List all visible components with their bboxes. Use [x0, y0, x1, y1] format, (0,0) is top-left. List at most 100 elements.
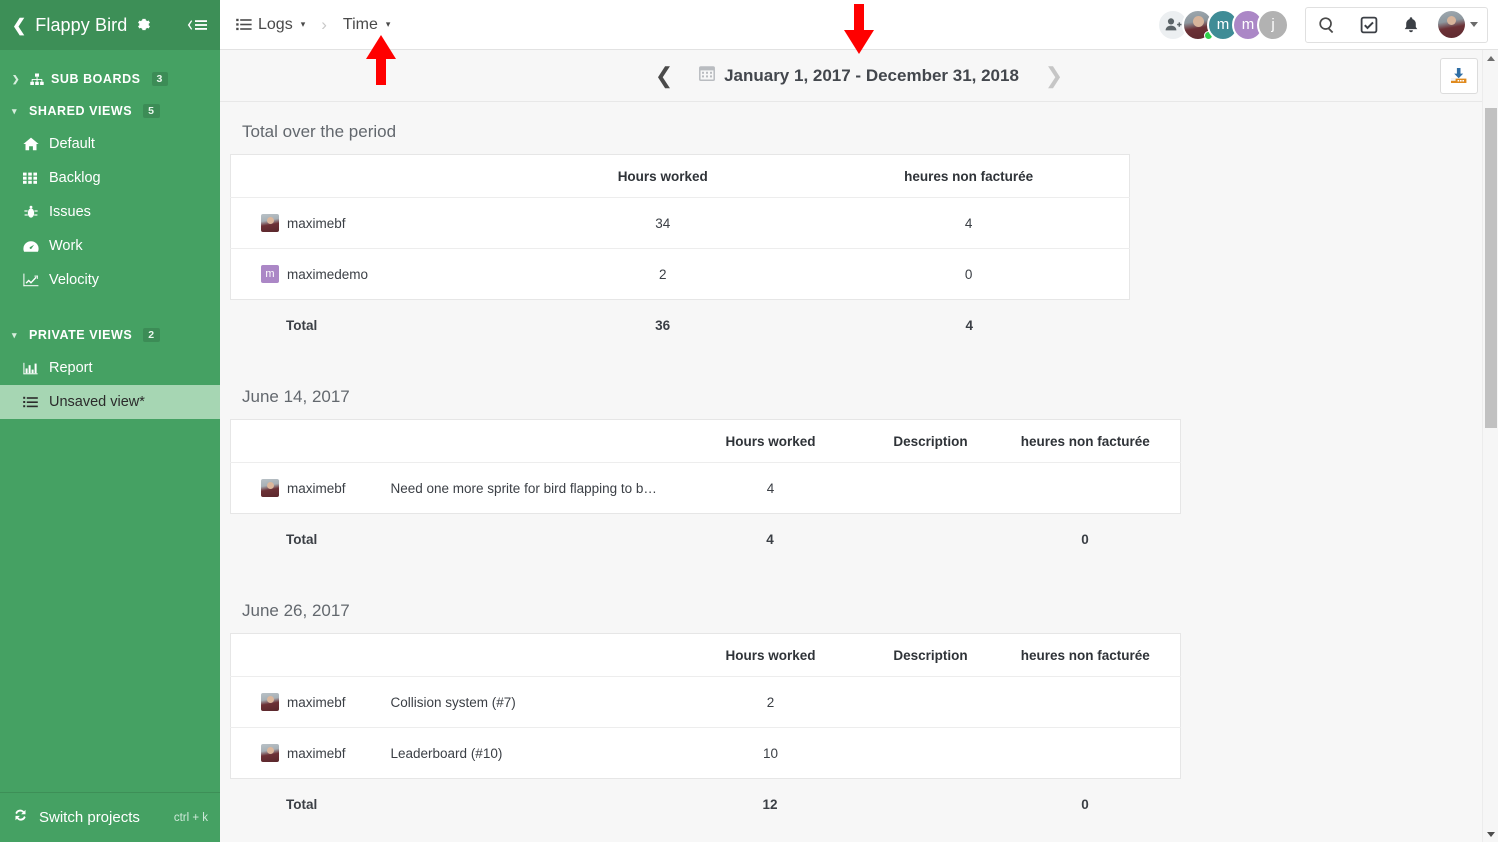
date-range-bar: ❮ January 1, 2017 - December 31, 2018 ❯ [220, 50, 1498, 102]
cell-description [861, 728, 1001, 779]
total-hours: 4 [766, 532, 774, 547]
switch-projects-shortcut: ctrl + k [173, 811, 208, 824]
next-period-button[interactable]: ❯ [1037, 59, 1071, 93]
cell-task: Need one more sprite for bird flapping t… [391, 463, 681, 514]
cell-description [861, 463, 1001, 514]
total-label: Total [286, 797, 318, 812]
avatar [261, 479, 279, 497]
user-name: maximebf [287, 694, 346, 710]
avatar [1438, 11, 1465, 38]
sidebar-item-default[interactable]: Default [0, 127, 220, 161]
collapse-sidebar-icon[interactable] [186, 18, 208, 32]
sidebar-item-label: Default [49, 136, 95, 152]
table-row[interactable]: maximebf Leaderboard (#10) 10 [231, 728, 1181, 779]
cell-non-billed [1000, 676, 1181, 728]
vertical-scrollbar[interactable] [1482, 50, 1498, 842]
sidebar-group-private-views[interactable]: ▾ PRIVATE VIEWS 2 [0, 319, 220, 351]
chevron-down-icon [1470, 22, 1478, 27]
sidebar-group-sub-boards[interactable]: ❯ SUB BOARDS 3 [0, 63, 220, 95]
breadcrumb-logs-label: Logs [258, 15, 293, 33]
breadcrumb-time[interactable]: Time ▾ [339, 13, 395, 37]
total-spacer [390, 779, 680, 830]
column-header-user [230, 419, 391, 463]
scrollbar-thumb[interactable] [1485, 108, 1497, 428]
project-title[interactable]: Flappy Bird [35, 15, 127, 36]
top-toolbar: Logs ▾ › Time ▾ m m j [220, 0, 1498, 50]
column-header-description: Description [860, 419, 1001, 463]
section-title: June 26, 2017 [242, 601, 350, 620]
sidebar-item-velocity[interactable]: Velocity [0, 263, 220, 297]
back-chevron-icon[interactable]: ❮ [12, 17, 26, 34]
totals-table: Total 36 4 [230, 300, 1130, 351]
sidebar-group-count: 3 [151, 72, 168, 86]
breadcrumb-time-label: Time [342, 15, 378, 33]
chevron-down-icon: ▾ [12, 105, 18, 116]
task-label: Collision system (#7) [390, 694, 516, 710]
bell-icon[interactable] [1390, 8, 1432, 42]
search-icon[interactable] [1306, 8, 1348, 42]
report-table: Hours worked heures non facturée maximebf 3… [230, 154, 1130, 300]
chevron-down-icon: ▾ [300, 19, 306, 29]
cell-user: m maximedemo [231, 249, 508, 300]
table-header-row: Hours worked heures non facturée [230, 154, 1130, 198]
previous-period-button[interactable]: ❮ [647, 59, 681, 93]
sidebar-item-backlog[interactable]: Backlog [0, 161, 220, 195]
column-header-non-billed: heures non facturée [1000, 419, 1181, 463]
column-header-description: Description [860, 633, 1001, 677]
user-name: maximebf [287, 215, 346, 231]
column-header-hours: Hours worked [680, 419, 861, 463]
refresh-icon [12, 808, 29, 828]
main-area: Logs ▾ › Time ▾ m m j ❮ January 1, 2017 … [220, 0, 1498, 842]
cell-non-billed: 0 [964, 266, 973, 282]
section-title: Total over the period [242, 122, 397, 141]
sidebar-item-issues[interactable]: Issues [0, 195, 220, 229]
sidebar-item-label: Work [49, 238, 83, 254]
total-label: Total [286, 318, 318, 333]
sidebar-item-report[interactable]: Report [0, 351, 220, 385]
sidebar-item-unsaved-view[interactable]: Unsaved view* [0, 385, 220, 419]
gear-icon[interactable] [136, 17, 152, 33]
report-section: June 26, 2017 Hours worked Description heur… [230, 597, 1488, 830]
table-row[interactable]: maximebf Collision system (#7) 2 [230, 676, 1181, 728]
cell-description [860, 676, 1001, 728]
column-header-hours: Hours worked [680, 633, 861, 677]
switch-projects-button[interactable]: Switch projects ctrl + k [0, 792, 220, 842]
cell-non-billed [1001, 463, 1181, 514]
table-row[interactable]: m maximedemo 2 0 [231, 249, 1130, 300]
chart-line-icon [22, 273, 39, 287]
report-content: Total over the period Hours worked heures … [220, 102, 1498, 842]
download-export-button[interactable] [1440, 58, 1478, 94]
tasks-checkbox-icon[interactable] [1348, 8, 1390, 42]
avatar [261, 744, 279, 762]
avatar-j-gray[interactable]: j [1257, 8, 1289, 41]
column-header-non-billed: heures non facturée [1000, 633, 1181, 677]
sidebar-group-count: 5 [143, 104, 160, 118]
chevron-down-icon: ▾ [385, 19, 391, 29]
cell-hours: 2 [658, 266, 667, 282]
total-non-billed: 0 [1081, 532, 1089, 547]
total-spacer [390, 514, 680, 565]
column-header-user [230, 154, 508, 198]
sitemap-icon [29, 73, 44, 86]
table-header-row: Hours worked Description heures non factur… [230, 419, 1181, 463]
breadcrumb-logs[interactable]: Logs ▾ [232, 13, 309, 37]
cell-hours: 4 [766, 480, 775, 496]
total-row: Total 4 0 [230, 514, 1180, 565]
calendar-icon [699, 65, 716, 86]
table-header-row: Hours worked Description heures non factur… [230, 633, 1181, 677]
sidebar-item-work[interactable]: Work [0, 229, 220, 263]
total-non-billed: 0 [1081, 797, 1089, 812]
profile-menu-button[interactable] [1432, 8, 1487, 42]
table-row[interactable]: maximebf 34 4 [230, 197, 1130, 249]
date-range-display[interactable]: January 1, 2017 - December 31, 2018 [699, 65, 1019, 86]
scroll-up-button[interactable] [1483, 50, 1498, 66]
sidebar-group-shared-views[interactable]: ▾ SHARED VIEWS 5 [0, 95, 220, 127]
scroll-down-button[interactable] [1483, 826, 1498, 842]
sidebar-group-count: 2 [143, 328, 160, 342]
column-header-hours: Hours worked [507, 154, 819, 198]
table-row[interactable]: maximebf Need one more sprite for bird fl… [231, 463, 1181, 514]
cell-user: maximebf [231, 728, 391, 779]
report-table: Hours worked Description heures non factur… [230, 419, 1181, 514]
task-label: Need one more sprite for bird flapping t… [390, 480, 657, 496]
cell-task: Leaderboard (#10) [391, 728, 681, 779]
